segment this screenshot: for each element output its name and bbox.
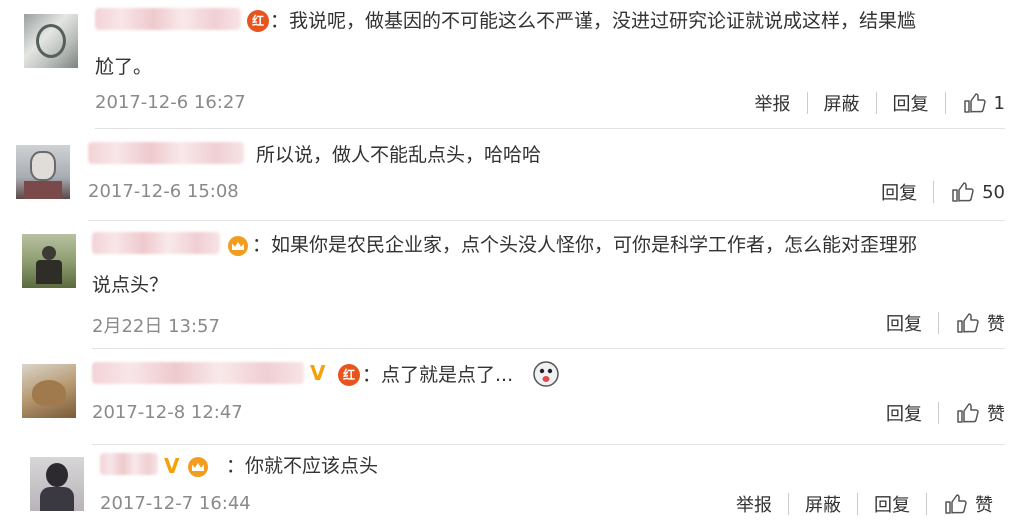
comment-actions: 举报 屏蔽 回复 赞 <box>720 491 993 517</box>
like-count: 1 <box>993 92 1005 114</box>
block-button[interactable]: 屏蔽 <box>789 491 857 517</box>
reply-button[interactable]: 回复 <box>877 90 945 116</box>
comment-item: V ：你就不应该点头 2017-12-7 16:44 举报 屏蔽 回复 赞 <box>0 447 1021 530</box>
avatar[interactable] <box>24 14 78 68</box>
comment-item: 红 ：我说呢，做基因的不可能这么不严谨，没进过研究论证就说成这样，结果尴 尬了。… <box>0 0 1021 129</box>
divider <box>95 128 1005 129</box>
comment-text: ：点了就是点了... <box>362 364 514 386</box>
comment-text: ：我说呢，做基因的不可能这么不严谨，没进过研究论证就说成这样，结果尴 <box>270 10 917 32</box>
comment-text-continued: 说点头？ <box>92 274 169 296</box>
avatar[interactable] <box>30 457 84 511</box>
comment-item: ：如果你是农民企业家，点个头没人怪你，可你是科学工作者，怎么能对歪理邪 说点头？… <box>0 222 1021 349</box>
like-button[interactable]: 50 <box>934 180 1005 204</box>
comment-actions: 举报 屏蔽 回复 1 <box>739 90 1005 116</box>
username-blurred[interactable] <box>92 232 220 254</box>
vip-badge-icon <box>226 234 254 256</box>
red-badge-icon: 红 <box>338 364 360 386</box>
like-button[interactable]: 赞 <box>939 400 1005 426</box>
timestamp: 2月22日 13:57 <box>92 316 220 337</box>
like-label: 赞 <box>987 314 1005 335</box>
comment-actions: 回复 赞 <box>870 310 1005 336</box>
avatar[interactable] <box>16 145 70 199</box>
like-label: 赞 <box>987 404 1005 425</box>
comment-item: V 红 ：点了就是点了... 2017-12-8 12:47 回复 赞 <box>0 350 1021 445</box>
like-button[interactable]: 1 <box>946 91 1005 115</box>
comment-actions: 回复 50 <box>865 179 1005 205</box>
reply-button[interactable]: 回复 <box>858 491 926 517</box>
comment-text: 所以说，做人不能乱点头，哈哈哈 <box>256 144 542 166</box>
comment-text: ：你就不应该点头 <box>226 455 379 477</box>
comment-text: ：如果你是农民企业家，点个头没人怪你，可你是科学工作者，怎么能对歪理邪 <box>252 234 918 256</box>
thumbs-up-icon <box>952 182 974 202</box>
thumbs-up-icon <box>945 494 967 514</box>
report-button[interactable]: 举报 <box>720 491 788 517</box>
emoji-icon <box>533 361 559 387</box>
like-button[interactable]: 赞 <box>927 491 993 517</box>
avatar[interactable] <box>22 234 76 288</box>
username-blurred[interactable] <box>100 453 158 475</box>
reply-button[interactable]: 回复 <box>870 310 938 336</box>
vip-badge-icon: V <box>164 455 212 477</box>
thumbs-up-icon <box>963 93 986 113</box>
timestamp: 2017-12-8 12:47 <box>92 402 243 423</box>
report-button[interactable]: 举报 <box>739 90 807 116</box>
username-blurred[interactable] <box>95 8 241 30</box>
timestamp: 2017-12-7 16:44 <box>100 493 251 514</box>
comment-item: 所以说，做人不能乱点头，哈哈哈 2017-12-6 15:08 回复 50 <box>0 130 1021 221</box>
like-label: 赞 <box>975 495 993 516</box>
timestamp: 2017-12-6 16:27 <box>95 92 246 113</box>
divider <box>92 348 1005 349</box>
divider <box>88 220 1005 221</box>
vip-badge-icon: V <box>310 361 326 385</box>
comment-actions: 回复 赞 <box>870 400 1005 426</box>
comment-text-continued: 尬了。 <box>95 56 153 78</box>
avatar[interactable] <box>22 364 76 418</box>
username-blurred[interactable] <box>88 142 244 164</box>
thumbs-up-icon <box>957 313 979 333</box>
timestamp: 2017-12-6 15:08 <box>88 181 239 202</box>
username-blurred[interactable] <box>92 362 304 384</box>
thumbs-up-icon <box>957 403 979 423</box>
like-count: 50 <box>982 181 1005 203</box>
divider <box>92 444 1005 445</box>
red-badge-icon: 红 <box>247 10 269 32</box>
block-button[interactable]: 屏蔽 <box>808 90 876 116</box>
reply-button[interactable]: 回复 <box>870 400 938 426</box>
reply-button[interactable]: 回复 <box>865 179 933 205</box>
like-button[interactable]: 赞 <box>939 310 1005 336</box>
